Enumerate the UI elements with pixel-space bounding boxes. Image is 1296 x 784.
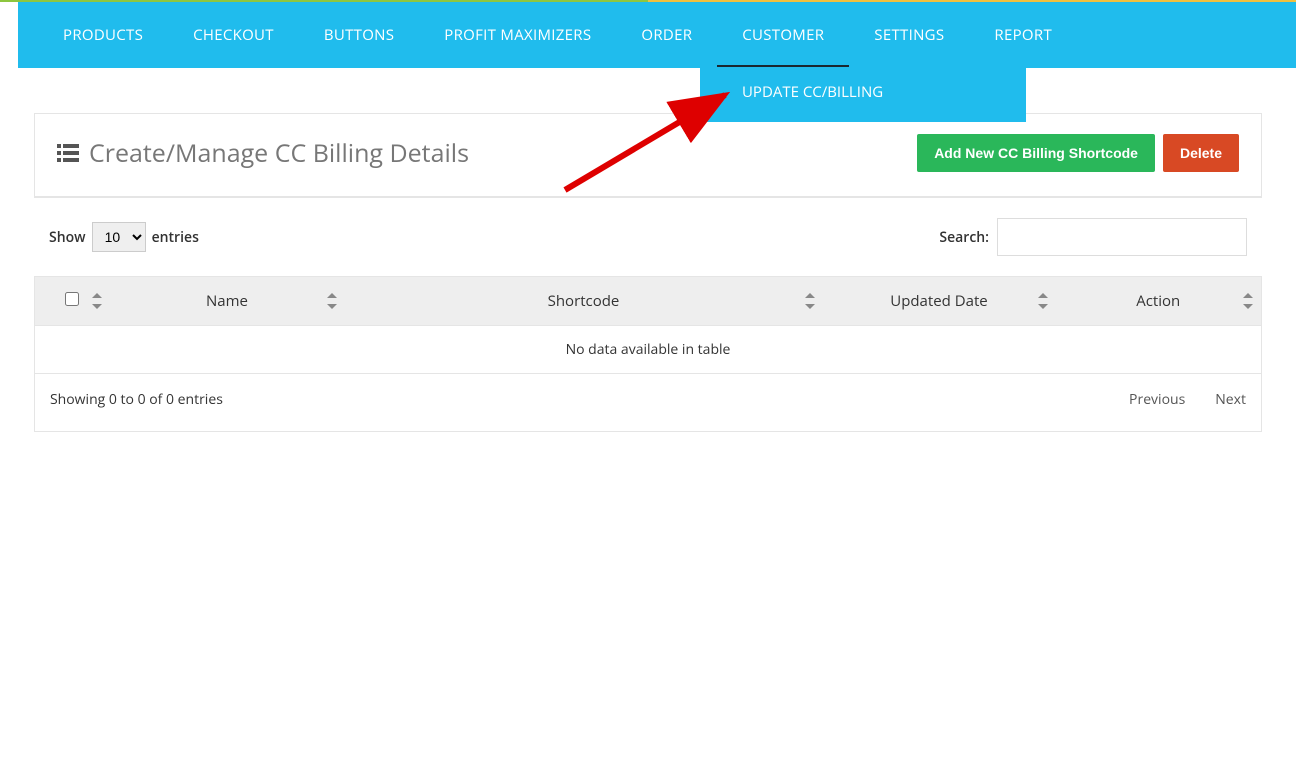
table-controls: Show 10 entries Search:	[34, 198, 1262, 266]
show-label: Show	[49, 228, 86, 247]
panel-title-group: Create/Manage CC Billing Details	[57, 136, 469, 170]
select-all-checkbox[interactable]	[65, 292, 79, 306]
delete-button[interactable]: Delete	[1163, 134, 1239, 172]
column-header-name[interactable]: Name	[110, 277, 345, 326]
search-group: Search:	[939, 218, 1247, 256]
nav-item-checkout[interactable]: CHECKOUT	[168, 2, 299, 68]
empty-table-message: No data available in table	[35, 326, 1262, 374]
nav-item-order[interactable]: ORDER	[616, 2, 717, 68]
main-nav: PRODUCTS CHECKOUT BUTTONS PROFIT MAXIMIZ…	[18, 2, 1296, 68]
sort-caret-icon	[1038, 293, 1048, 309]
entries-select[interactable]: 10	[92, 222, 146, 252]
sort-caret-icon	[327, 293, 337, 309]
sort-caret-icon	[805, 293, 815, 309]
nav-item-buttons[interactable]: BUTTONS	[299, 2, 419, 68]
previous-button[interactable]: Previous	[1129, 390, 1185, 409]
nav-item-profit-maximizers[interactable]: PROFIT MAXIMIZERS	[419, 2, 616, 68]
search-label: Search:	[939, 228, 989, 247]
sort-caret-icon	[1243, 293, 1253, 309]
customer-submenu: UPDATE CC/BILLING	[700, 67, 1026, 122]
nav-item-products[interactable]: PRODUCTS	[38, 2, 168, 68]
column-updated-date-label: Updated Date	[890, 291, 987, 311]
billing-table: Name Shortcode Updated Date Action No da…	[34, 276, 1262, 374]
sort-caret-icon	[92, 293, 102, 309]
column-header-shortcode[interactable]: Shortcode	[345, 277, 823, 326]
column-header-updated-date[interactable]: Updated Date	[823, 277, 1056, 326]
table-footer: Showing 0 to 0 of 0 entries Previous Nex…	[34, 374, 1262, 432]
page-title: Create/Manage CC Billing Details	[89, 136, 469, 170]
panel-header: Create/Manage CC Billing Details Add New…	[35, 114, 1261, 197]
submenu-update-cc-billing[interactable]: UPDATE CC/BILLING	[700, 82, 1026, 102]
next-button[interactable]: Next	[1215, 390, 1246, 409]
table-empty-row: No data available in table	[35, 326, 1262, 374]
nav-item-customer[interactable]: CUSTOMER	[717, 2, 849, 68]
add-new-cc-billing-shortcode-button[interactable]: Add New CC Billing Shortcode	[917, 134, 1155, 172]
column-name-label: Name	[206, 291, 248, 311]
panel-actions: Add New CC Billing Shortcode Delete	[917, 134, 1239, 172]
column-action-label: Action	[1136, 291, 1180, 311]
entries-label: entries	[152, 228, 199, 247]
nav-item-report[interactable]: REPORT	[969, 2, 1077, 68]
column-header-checkbox[interactable]	[35, 277, 110, 326]
nav-item-settings[interactable]: SETTINGS	[849, 2, 969, 68]
column-shortcode-label: Shortcode	[548, 291, 620, 311]
search-input[interactable]	[997, 218, 1247, 256]
content-panel: Create/Manage CC Billing Details Add New…	[34, 113, 1262, 198]
showing-entries-text: Showing 0 to 0 of 0 entries	[50, 390, 223, 409]
show-entries: Show 10 entries	[49, 222, 199, 252]
list-icon	[57, 144, 79, 162]
pagination: Previous Next	[1129, 390, 1246, 409]
column-header-action[interactable]: Action	[1056, 277, 1262, 326]
